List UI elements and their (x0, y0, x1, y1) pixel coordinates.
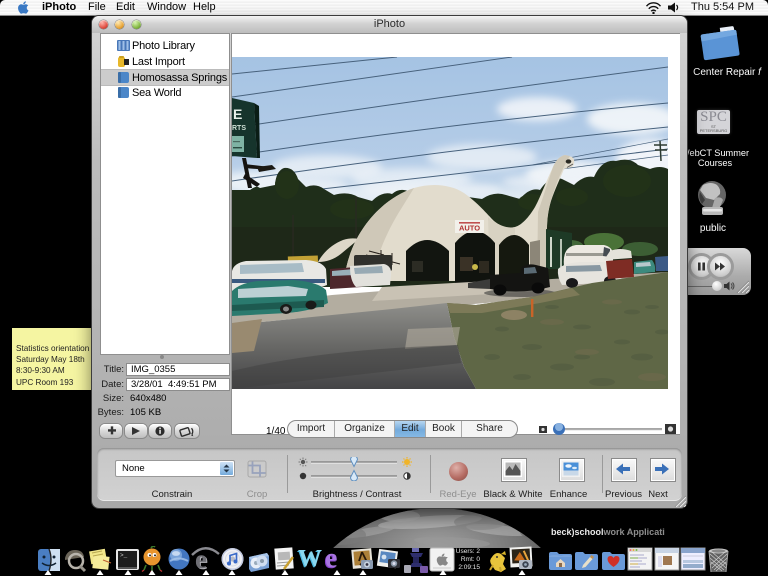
svg-text:AUTO: AUTO (459, 224, 480, 233)
svg-text:>_: >_ (120, 552, 128, 559)
svg-text:Users: 2: Users: 2 (456, 548, 481, 555)
svg-text:RTS: RTS (232, 125, 246, 132)
svg-text:E: E (233, 106, 242, 122)
svg-text:e: e (325, 546, 337, 574)
svg-text:Rmt: 0: Rmt: 0 (461, 556, 481, 563)
svg-text:2:09:15: 2:09:15 (458, 564, 480, 571)
svg-text:W: W (298, 546, 322, 572)
